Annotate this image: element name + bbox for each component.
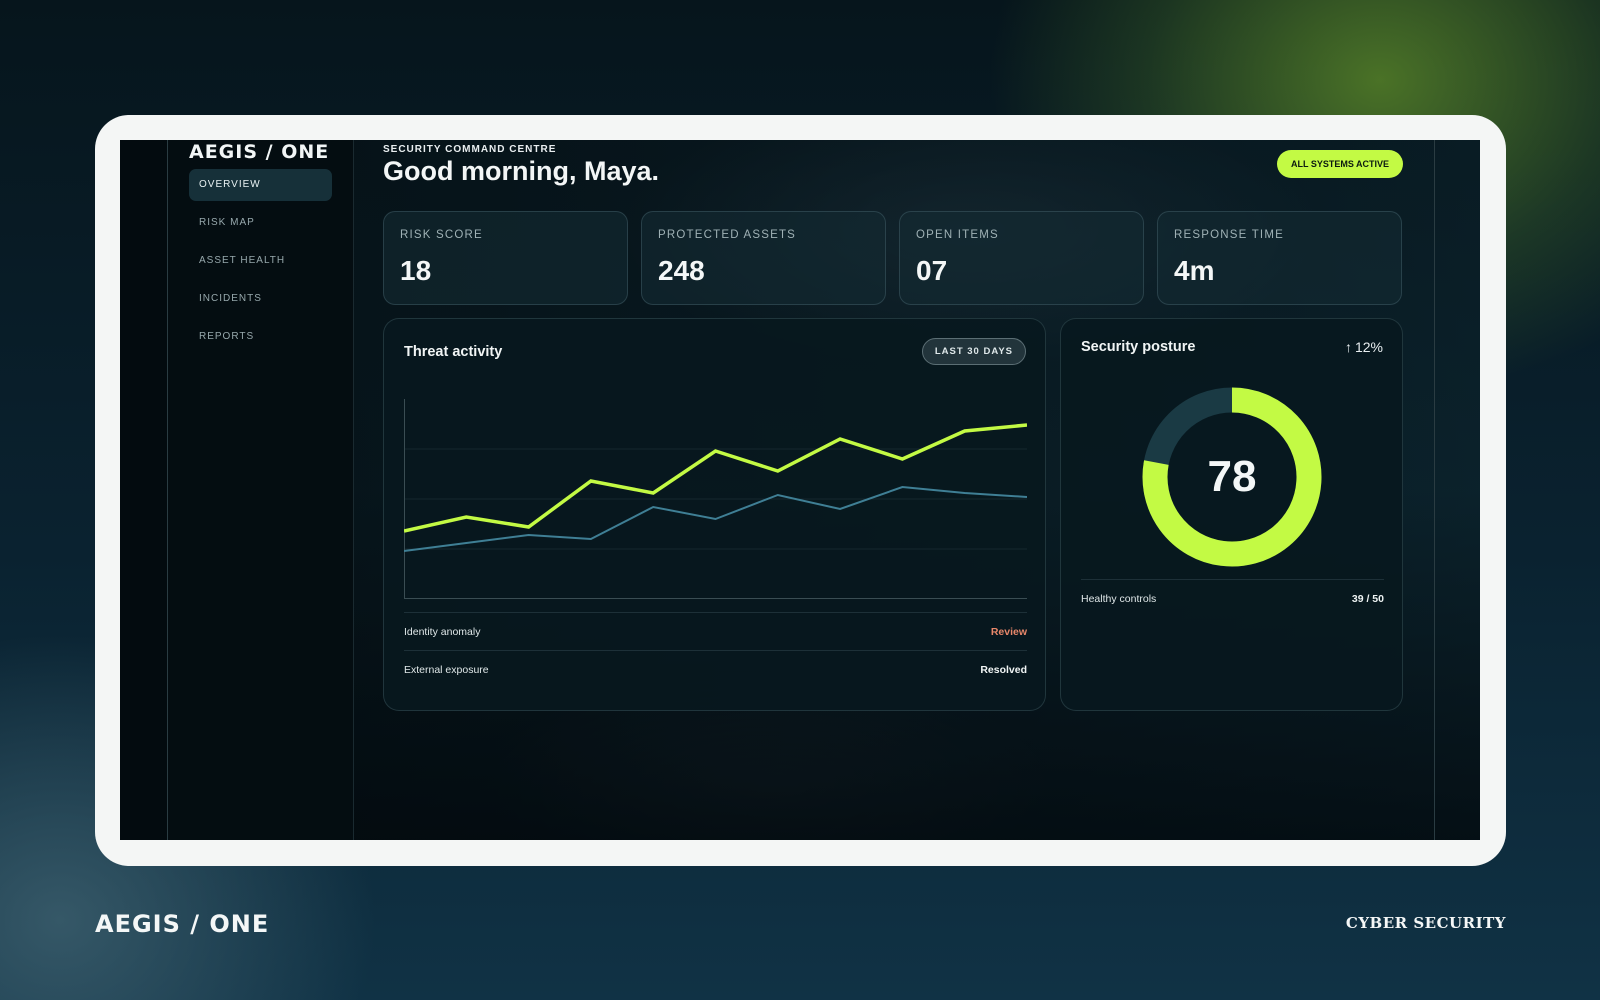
threat-activity-card: Threat activity LAST 30 DAYS Identity an… — [383, 318, 1046, 711]
item-label: Identity anomaly — [404, 626, 481, 638]
kpi-label: RESPONSE TIME — [1174, 229, 1284, 241]
kpi-value: 18 — [400, 255, 432, 286]
footer-tag: CYBER SECURITY — [1345, 914, 1506, 932]
threat-line-chart — [404, 399, 1027, 599]
arrow-up-icon: ↑ — [1344, 339, 1352, 355]
page-title: Good morning, Maya. — [383, 156, 660, 186]
status-badge[interactable]: ALL SYSTEMS ACTIVE — [1276, 150, 1403, 178]
sidebar-item-overview[interactable]: OVERVIEW — [189, 169, 332, 201]
item-status-resolved: Resolved — [980, 664, 1027, 676]
sidebar: AEGIS / ONE OVERVIEW RISK MAP ASSET HEAL… — [167, 140, 354, 840]
kpi-label: OPEN ITEMS — [916, 229, 999, 241]
kpi-value: 248 — [658, 255, 705, 286]
kpi-card-open-items[interactable]: OPEN ITEMS 07 — [899, 211, 1144, 305]
trend-indicator: ↑ 12% — [1345, 339, 1383, 355]
kpi-label: RISK SCORE — [400, 229, 483, 241]
sidebar-nav: OVERVIEW RISK MAP ASSET HEALTH INCIDENTS… — [189, 169, 332, 359]
kpi-value: 4m — [1174, 255, 1215, 286]
card-title: Security posture — [1081, 339, 1196, 355]
sidebar-item-risk-map[interactable]: RISK MAP — [189, 207, 332, 239]
sidebar-item-incidents[interactable]: INCIDENTS — [189, 283, 332, 315]
footer-brand: AEGIS / ONE — [95, 910, 270, 938]
sidebar-item-asset-health[interactable]: ASSET HEALTH — [189, 245, 332, 277]
list-item[interactable]: Identity anomaly Review — [404, 612, 1027, 650]
dashboard-screen: AEGIS / ONE OVERVIEW RISK MAP ASSET HEAL… — [120, 140, 1480, 840]
footer-value: 39 / 50 — [1351, 593, 1384, 605]
list-item[interactable]: External exposure Resolved — [404, 650, 1027, 688]
item-label: External exposure — [404, 664, 489, 676]
security-posture-card: Security posture ↑ 12% 78 Healthy control… — [1060, 318, 1403, 711]
kpi-row: RISK SCORE 18 PROTECTED ASSETS 248 OPEN … — [383, 211, 1403, 305]
footer-label: Healthy controls — [1081, 593, 1157, 605]
main-content: SECURITY COMMAND CENTRE Good morning, Ma… — [383, 140, 1403, 840]
posture-footer: Healthy controls 39 / 50 — [1081, 579, 1384, 617]
kpi-value: 07 — [916, 255, 948, 286]
item-status-review[interactable]: Review — [991, 626, 1027, 638]
kpi-label: PROTECTED ASSETS — [658, 229, 797, 241]
edge-line-right — [1434, 140, 1435, 840]
kpi-card-protected-assets[interactable]: PROTECTED ASSETS 248 — [641, 211, 886, 305]
kpi-card-risk-score[interactable]: RISK SCORE 18 — [383, 211, 628, 305]
date-range-button[interactable]: LAST 30 DAYS — [921, 338, 1026, 365]
card-title: Threat activity — [404, 344, 503, 360]
sidebar-item-reports[interactable]: REPORTS — [189, 321, 332, 353]
chart-series-line-1 — [404, 423, 1027, 533]
page-eyebrow: SECURITY COMMAND CENTRE — [383, 144, 557, 155]
brand-logo: AEGIS / ONE — [189, 141, 330, 163]
kpi-card-response-time[interactable]: RESPONSE TIME 4m — [1157, 211, 1402, 305]
posture-score: 78 — [1207, 452, 1257, 501]
trend-value: 12% — [1354, 339, 1383, 355]
